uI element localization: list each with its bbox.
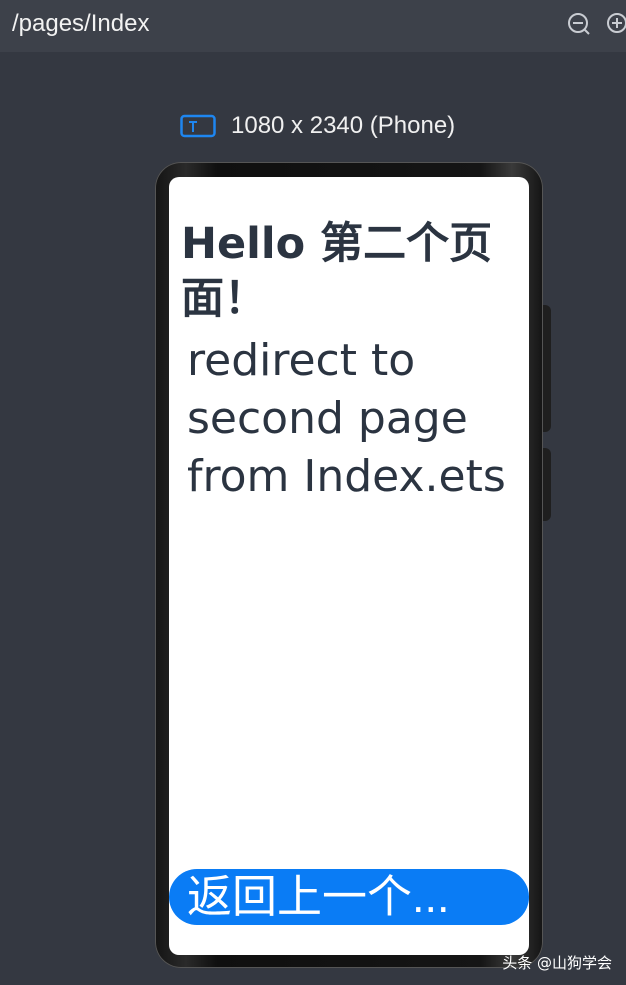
phone-side-button-upper <box>542 305 551 432</box>
zoom-in-icon[interactable] <box>606 12 626 36</box>
phone-side-button-lower <box>542 448 551 521</box>
zoom-out-icon[interactable] <box>567 12 591 36</box>
hello-heading: Hello 第二个页面！ <box>181 219 493 324</box>
page-path: /pages/Index <box>12 10 150 37</box>
phone-screen: Hello 第二个页面！ redirect to second page fro… <box>169 177 529 955</box>
redirect-message: redirect to second page from Index.ets <box>187 335 506 502</box>
device-label: 1080 x 2340 (Phone) <box>231 112 456 139</box>
device-type-icon <box>180 114 216 138</box>
watermark: 头条 @山狗学会 <box>502 954 612 972</box>
back-button[interactable]: 返回上一个... <box>169 869 529 925</box>
preview-toolbar: /pages/Index <box>0 0 626 52</box>
